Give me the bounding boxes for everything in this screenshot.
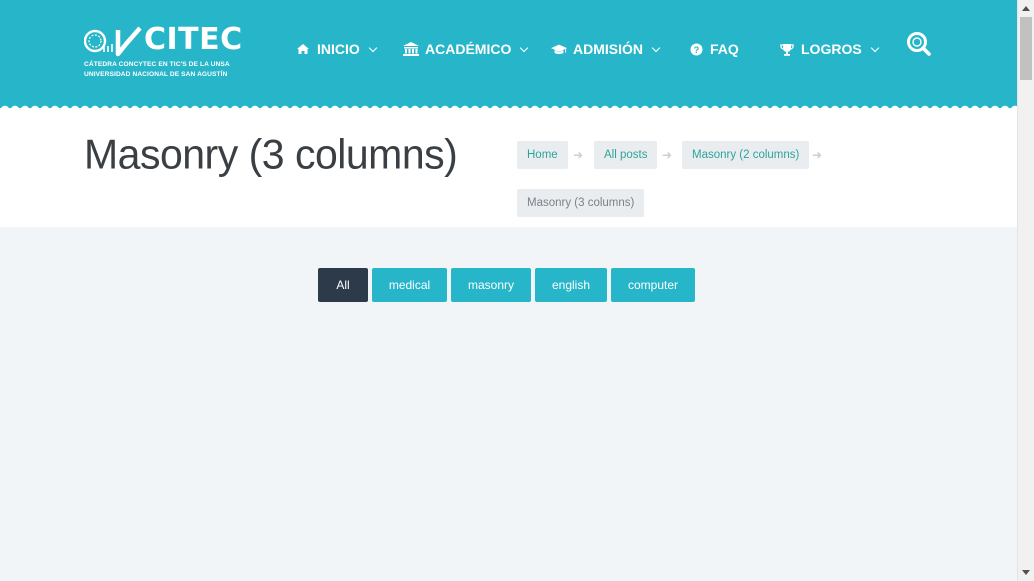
breadcrumb-item-all-posts[interactable]: All posts (594, 141, 658, 169)
nav-label: ACADÉMICO (425, 41, 512, 57)
chevron-down-icon (651, 43, 661, 52)
arrow-right-icon: ➜ (573, 148, 584, 162)
trophy-icon (779, 42, 795, 56)
vertical-scrollbar[interactable] (1017, 0, 1034, 581)
nav-label: ADMISIÓN (573, 41, 643, 57)
arrow-right-icon: ➜ (662, 148, 673, 162)
chevron-down-icon (520, 43, 529, 52)
home-icon (295, 42, 311, 56)
filter-masonry-button[interactable]: masonry (451, 268, 531, 302)
nav-item-faq[interactable]: ? FAQ (688, 40, 739, 58)
nav-item-inicio[interactable]: INICIO (295, 40, 378, 58)
logo-wordmark: CITEC (144, 22, 243, 57)
scroll-up-icon[interactable] (1022, 6, 1030, 11)
citec-logo[interactable]: CITEC CÁTEDRA CONCYTEC EN TIC'S DE LA UN… (84, 22, 244, 82)
scrollbar-thumb[interactable] (1020, 17, 1032, 80)
svg-text:?: ? (693, 45, 699, 55)
logo-subtitle-2: UNIVERSIDAD NACIONAL DE SAN AGUSTÍN (84, 71, 228, 78)
arrow-right-icon: ➜ (812, 148, 823, 162)
nav-label: INICIO (317, 41, 360, 57)
scroll-down-icon[interactable] (1022, 570, 1030, 575)
breadcrumb-item-masonry-2[interactable]: Masonry (2 columns) (682, 141, 810, 169)
institution-icon (403, 42, 419, 56)
search-icon (907, 32, 931, 56)
header-wave-border (0, 100, 1017, 110)
chevron-down-icon (870, 43, 879, 52)
chevron-down-icon (368, 43, 378, 52)
breadcrumb-item-home[interactable]: Home (517, 141, 568, 169)
breadcrumb-item-current: Masonry (3 columns) (517, 189, 645, 217)
site-header: CITEC CÁTEDRA CONCYTEC EN TIC'S DE LA UN… (0, 0, 1017, 108)
filter-english-button[interactable]: english (535, 268, 607, 302)
filter-all-button[interactable]: All (318, 268, 368, 302)
nav-label: LOGROS (801, 41, 862, 57)
graduation-cap-icon (551, 42, 567, 56)
search-button[interactable] (906, 31, 932, 57)
nav-item-logros[interactable]: LOGROS (779, 40, 879, 58)
logo-subtitle-1: CÁTEDRA CONCYTEC EN TIC'S DE LA UNSA (84, 61, 230, 68)
question-circle-icon: ? (688, 42, 704, 56)
page-title: Masonry (3 columns) (84, 130, 458, 178)
nav-item-academico[interactable]: ACADÉMICO (403, 40, 529, 58)
filter-medical-button[interactable]: medical (372, 268, 447, 302)
logo-mark-icon (84, 26, 142, 57)
filter-computer-button[interactable]: computer (611, 268, 695, 302)
nav-item-admision[interactable]: ADMISIÓN (551, 40, 661, 58)
nav-label: FAQ (710, 41, 739, 57)
